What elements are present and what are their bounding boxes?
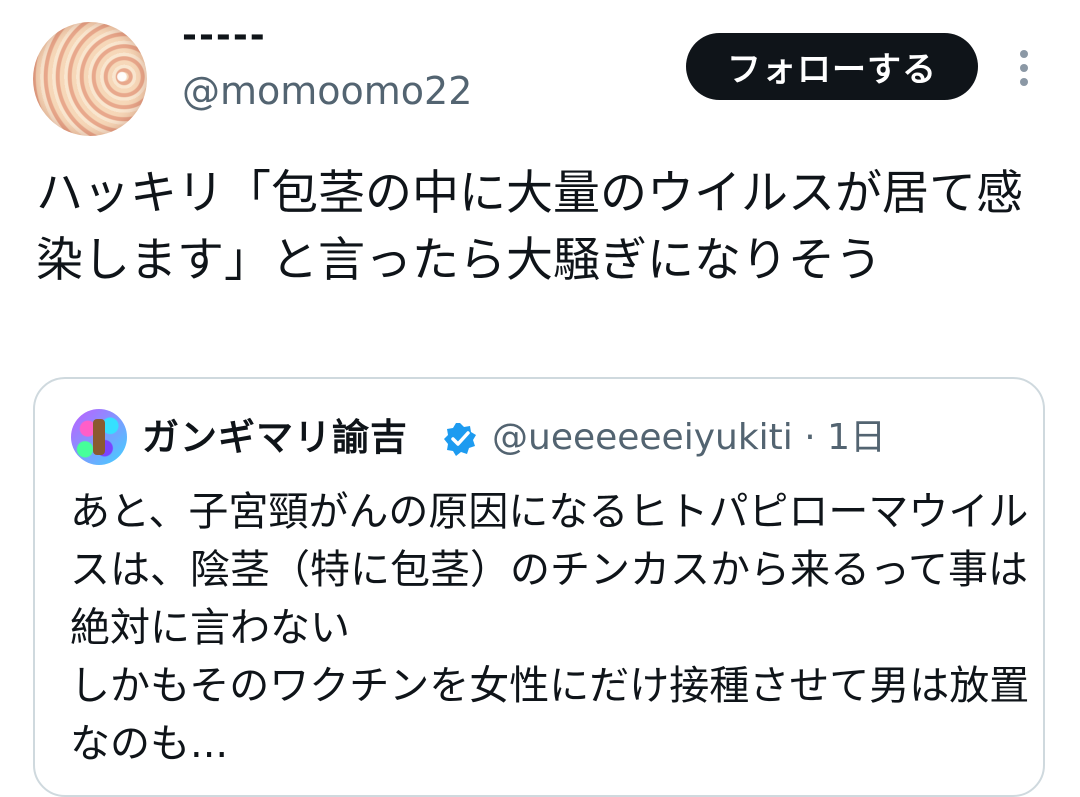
quoted-avatar[interactable] <box>71 409 127 465</box>
display-name[interactable]: ----- <box>182 18 267 54</box>
quoted-tweet-text: あと、子宮頸がんの原因になるヒトパピローマウイルスは、陰茎（特に包茎）のチンカス… <box>70 489 1030 767</box>
quoted-handle-time: @ueeeeeeiyukiti · 1日 <box>492 417 887 458</box>
quoted-display-name[interactable]: ガンギマリ諭吉 <box>142 416 408 460</box>
tweet-text: ハッキリ「包茎の中に大量のウイルスが居て感染します」と言ったら大騒ぎになりそう <box>36 166 1023 288</box>
avatar[interactable] <box>33 22 147 136</box>
more-vertical-icon[interactable] <box>1012 48 1036 88</box>
quoted-tweet-card[interactable]: ガンギマリ諭吉 @ueeeeeeiyukiti · 1日 あと、子宮頸がんの原因… <box>33 377 1045 797</box>
user-handle[interactable]: @momoomo22 <box>182 72 472 110</box>
verified-badge-icon <box>444 423 476 456</box>
follow-button[interactable]: フォローする <box>686 33 978 100</box>
